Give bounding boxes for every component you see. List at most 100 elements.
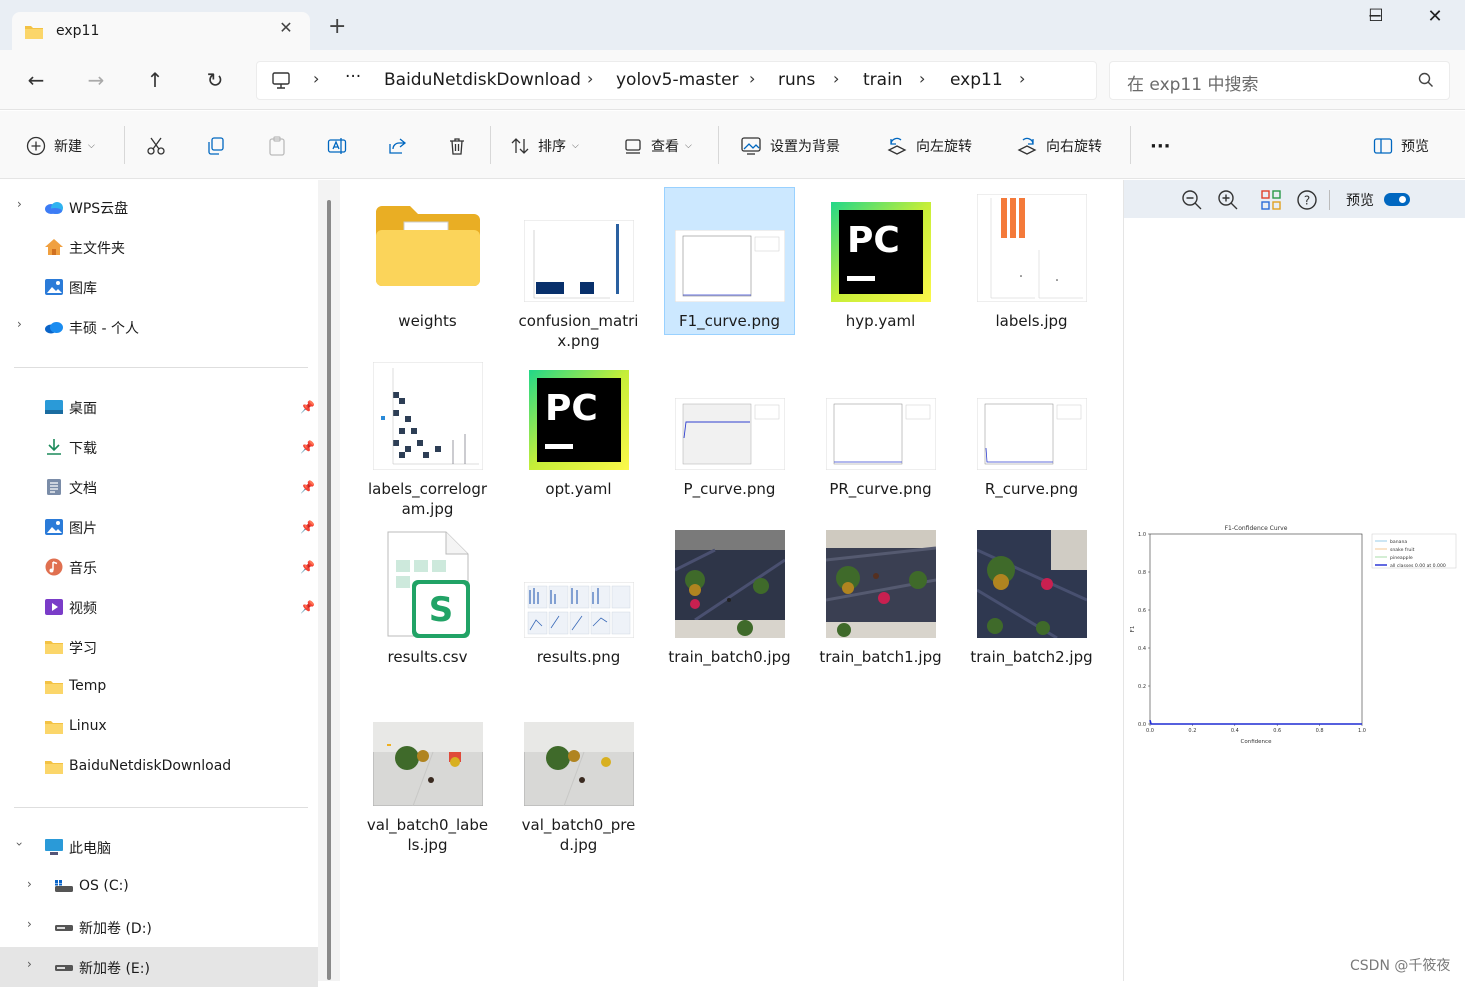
sidebar-scrollbar-thumb[interactable]: [327, 200, 331, 980]
sidebar-item-study[interactable]: 学习: [0, 629, 318, 665]
breadcrumb-train[interactable]: train: [863, 70, 903, 90]
preview-pane-button[interactable]: 预览: [1373, 134, 1429, 158]
pin-icon[interactable]: 📌: [300, 560, 315, 574]
new-button[interactable]: 新建 ⌵: [26, 134, 95, 158]
file-item-val-batch0-pred[interactable]: val_batch0_pred.jpg: [513, 692, 644, 854]
sidebar-item-home[interactable]: 主文件夹: [0, 229, 318, 265]
sidebar-item-drive-c[interactable]: › OS (C:): [0, 869, 318, 905]
chart-title: F1-Confidence Curve: [1225, 525, 1288, 532]
file-item-train-batch0[interactable]: train_batch0.jpg: [664, 524, 795, 684]
legend-label: pineapple: [1390, 555, 1413, 561]
plot-area: [1149, 533, 1363, 725]
breadcrumb-more[interactable]: ···: [345, 67, 361, 87]
apps-icon[interactable]: [1260, 189, 1282, 211]
file-item-labels-correlogram[interactable]: labels_correlogram.jpg: [362, 356, 493, 518]
more-options-button[interactable]: ···: [1150, 134, 1171, 158]
file-item-pr-curve[interactable]: PR_curve.png: [815, 356, 946, 516]
preview-toggle[interactable]: [1384, 193, 1410, 206]
sidebar-item-onedrive[interactable]: › 丰硕 - 个人: [0, 309, 318, 345]
file-item-weights[interactable]: weights: [362, 188, 493, 348]
share-button[interactable]: [387, 134, 415, 158]
search-box[interactable]: 在 exp11 中搜索: [1109, 61, 1450, 100]
sidebar-item-drive-e[interactable]: › 新加卷 (E:): [0, 947, 318, 987]
plus-circle-icon: [26, 136, 46, 156]
rotate-left-button[interactable]: 向左旋转: [886, 134, 972, 158]
rotate-left-icon: [887, 137, 907, 155]
file-item-results-png[interactable]: results.png: [513, 524, 644, 684]
sidebar-item-label: Temp: [69, 678, 107, 694]
zoom-in-icon[interactable]: [1217, 189, 1239, 211]
pin-icon[interactable]: 📌: [300, 520, 315, 534]
sidebar-item-desktop[interactable]: 桌面 📌: [0, 389, 318, 425]
image-thumbnail-icon: [674, 230, 785, 302]
file-item-labels[interactable]: labels.jpg: [966, 188, 1097, 348]
sidebar-item-label: 新加卷 (D:): [79, 921, 152, 937]
sidebar-item-temp[interactable]: Temp: [0, 669, 318, 705]
paste-button[interactable]: [267, 134, 295, 158]
sidebar-item-label: 图片: [69, 521, 97, 537]
sidebar-item-wps-cloud[interactable]: › WPS云盘: [0, 189, 318, 225]
tab-exp11[interactable]: exp11 ✕: [12, 12, 310, 51]
file-item-train-batch2[interactable]: train_batch2.jpg: [966, 524, 1097, 684]
maximize-button[interactable]: ☐: [1356, 6, 1396, 26]
close-window-button[interactable]: ✕: [1415, 6, 1455, 27]
copy-icon: [208, 137, 224, 155]
rotate-right-button[interactable]: 向右旋转: [1016, 134, 1102, 158]
chevron-right-icon[interactable]: ›: [27, 877, 32, 891]
trash-icon: [450, 138, 464, 155]
breadcrumb-runs[interactable]: runs: [778, 70, 815, 90]
sidebar-item-gallery[interactable]: 图库: [0, 269, 318, 305]
file-item-train-batch1[interactable]: train_batch1.jpg: [815, 524, 946, 684]
file-item-results-csv[interactable]: S results.csv: [362, 524, 493, 684]
pin-icon[interactable]: 📌: [300, 480, 315, 494]
sidebar-item-documents[interactable]: 文档 📌: [0, 469, 318, 505]
chevron-right-icon[interactable]: ›: [17, 317, 22, 331]
up-button[interactable]: ↑: [143, 69, 167, 93]
file-name: weights: [398, 312, 457, 330]
copy-button[interactable]: [206, 134, 234, 158]
chevron-right-icon[interactable]: ›: [27, 957, 32, 971]
new-tab-button[interactable]: +: [328, 16, 346, 38]
file-item-hyp-yaml[interactable]: PC hyp.yaml: [815, 188, 946, 348]
sidebar-item-pictures[interactable]: 图片 📌: [0, 509, 318, 545]
sidebar-item-drive-d[interactable]: › 新加卷 (D:): [0, 909, 318, 945]
file-item-opt-yaml[interactable]: PC opt.yaml: [513, 356, 644, 516]
tab-close-button[interactable]: ✕: [274, 18, 298, 37]
file-item-val-batch0-labels[interactable]: val_batch0_labels.jpg: [362, 692, 493, 854]
file-item-r-curve[interactable]: R_curve.png: [966, 356, 1097, 516]
rename-button[interactable]: [327, 134, 355, 158]
sidebar-item-music[interactable]: 音乐 📌: [0, 549, 318, 585]
sort-button[interactable]: 排序 ⌵: [510, 134, 579, 158]
delete-button[interactable]: [447, 134, 475, 158]
pin-icon[interactable]: 📌: [300, 440, 315, 454]
legend-label: snake fruit: [1390, 547, 1415, 553]
breadcrumb-exp11[interactable]: exp11: [950, 70, 1003, 90]
cut-button[interactable]: [146, 134, 174, 158]
sidebar-item-baidunetdiskdownload[interactable]: BaiduNetdiskDownload: [0, 749, 318, 785]
pin-icon[interactable]: 📌: [300, 600, 315, 614]
chevron-right-icon[interactable]: ›: [27, 917, 32, 931]
file-item-p-curve[interactable]: P_curve.png: [664, 356, 795, 516]
sidebar-item-downloads[interactable]: 下载 📌: [0, 429, 318, 465]
address-bar[interactable]: › ··· BaiduNetdiskDownload › yolov5-mast…: [256, 61, 1097, 100]
breadcrumb-yolov5-master[interactable]: yolov5-master: [616, 70, 739, 90]
search-input[interactable]: 在 exp11 中搜索: [1127, 70, 1258, 95]
pin-icon[interactable]: 📌: [300, 400, 315, 414]
forward-button[interactable]: →: [84, 69, 108, 93]
file-item-confusion-matrix[interactable]: confusion_matrix.png: [513, 188, 644, 350]
refresh-button[interactable]: ↻: [203, 69, 227, 93]
help-icon[interactable]: ?: [1296, 189, 1318, 211]
chevron-down-icon[interactable]: ›: [12, 842, 26, 847]
divider: [1130, 126, 1131, 164]
sidebar-item-videos[interactable]: 视频 📌: [0, 589, 318, 625]
breadcrumb-baidunetdiskdownload[interactable]: BaiduNetdiskDownload: [384, 70, 581, 90]
sidebar-item-this-pc[interactable]: › 此电脑: [0, 829, 318, 865]
sidebar-item-linux[interactable]: Linux: [0, 709, 318, 745]
sidebar-item-label: 视频: [69, 601, 97, 617]
chevron-right-icon[interactable]: ›: [17, 197, 22, 211]
zoom-out-icon[interactable]: [1181, 189, 1203, 211]
back-button[interactable]: ←: [24, 69, 48, 93]
set-as-background-button[interactable]: 设置为背景: [740, 134, 840, 158]
file-item-f1-curve[interactable]: F1_curve.png: [664, 187, 795, 335]
view-button[interactable]: 查看 ⌵: [623, 134, 692, 158]
